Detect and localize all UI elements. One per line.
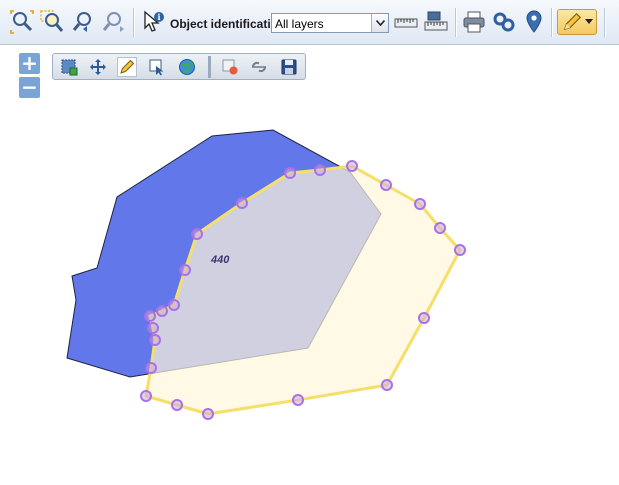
vertex-handle[interactable]	[454, 244, 466, 256]
zoom-out-button[interactable]: −	[19, 77, 40, 98]
vertex-handle[interactable]	[380, 179, 392, 191]
vertex-handle[interactable]	[292, 394, 304, 406]
measure-distance-button[interactable]	[393, 9, 419, 35]
delete-feature-button[interactable]	[220, 57, 240, 77]
layer-select-value: All layers	[275, 17, 324, 31]
edit-toolbar-separator	[208, 56, 211, 78]
globe-button[interactable]	[177, 57, 197, 77]
vertex-handle[interactable]	[149, 334, 161, 346]
print-icon	[463, 11, 485, 33]
marker-button[interactable]	[521, 9, 547, 35]
zoom-extent-button[interactable]	[9, 9, 35, 35]
delete-icon	[222, 59, 238, 75]
vertex-handle[interactable]	[191, 228, 203, 240]
zoom-selection-icon	[40, 10, 64, 32]
vertex-handle[interactable]	[171, 399, 183, 411]
toolbar-separator	[551, 8, 552, 37]
vertex-handle[interactable]	[144, 310, 156, 322]
select-area-icon	[61, 59, 78, 76]
globe-icon	[179, 59, 195, 75]
select-feature-button[interactable]	[147, 57, 167, 77]
save-button[interactable]	[279, 57, 299, 77]
edit-mode-button[interactable]	[557, 9, 597, 35]
toolbar-separator	[604, 8, 605, 37]
zoom-next-button[interactable]	[102, 9, 128, 35]
print-button[interactable]	[461, 9, 487, 35]
vertex-handle[interactable]	[156, 305, 168, 317]
vertex-handle[interactable]	[147, 322, 159, 334]
vertex-handle[interactable]	[346, 160, 358, 172]
link-icon	[493, 12, 515, 32]
toolbar-separator	[455, 8, 456, 37]
zoom-next-icon	[103, 12, 124, 32]
zoom-in-button[interactable]: +	[19, 53, 40, 74]
map-canvas[interactable]: 440	[0, 46, 619, 480]
measure-area-button[interactable]	[423, 9, 449, 35]
edit-toolbar	[52, 53, 306, 80]
vertex-handle[interactable]	[140, 390, 152, 402]
measure-area-icon	[424, 11, 448, 31]
select-area-button[interactable]	[59, 57, 79, 77]
vertex-handle[interactable]	[202, 408, 214, 420]
vertex-handle[interactable]	[284, 167, 296, 179]
split-button[interactable]	[249, 57, 269, 77]
identify-icon: i	[144, 10, 164, 32]
zoom-previous-icon	[73, 12, 91, 32]
vertex-handle[interactable]	[314, 164, 326, 176]
save-icon	[281, 59, 297, 75]
vertex-handle[interactable]	[381, 379, 393, 391]
measure-distance-icon	[394, 18, 418, 28]
move-icon	[90, 59, 106, 75]
main-toolbar: i Object identification: All layers	[0, 0, 619, 45]
vertex-handle[interactable]	[418, 312, 430, 324]
select-feature-icon	[149, 59, 164, 76]
svg-text:i: i	[157, 12, 160, 22]
vertex-handle[interactable]	[168, 299, 180, 311]
link-button[interactable]	[491, 9, 517, 35]
vertex-handle[interactable]	[414, 198, 426, 210]
vertex-handle[interactable]	[145, 362, 157, 374]
move-button[interactable]	[88, 57, 108, 77]
chevron-down-icon[interactable]	[371, 14, 388, 32]
map-svg[interactable]: 440	[0, 46, 619, 480]
draw-pencil-icon	[120, 59, 135, 74]
identify-button[interactable]: i	[140, 9, 166, 35]
feature-label: 440	[210, 254, 230, 266]
toolbar-separator	[133, 8, 134, 37]
layer-select[interactable]: All layers	[271, 13, 389, 33]
vertex-handle[interactable]	[236, 197, 248, 209]
marker-icon	[526, 10, 542, 33]
edit-pencil-icon	[563, 12, 582, 31]
zoom-extent-icon	[10, 10, 34, 34]
vertex-handle[interactable]	[179, 264, 191, 276]
zoom-selection-button[interactable]	[39, 9, 65, 35]
split-icon	[251, 62, 267, 72]
draw-button[interactable]	[117, 57, 137, 77]
vertex-handle[interactable]	[434, 222, 446, 234]
chevron-down-icon	[585, 19, 593, 24]
zoom-previous-button[interactable]	[72, 9, 98, 35]
